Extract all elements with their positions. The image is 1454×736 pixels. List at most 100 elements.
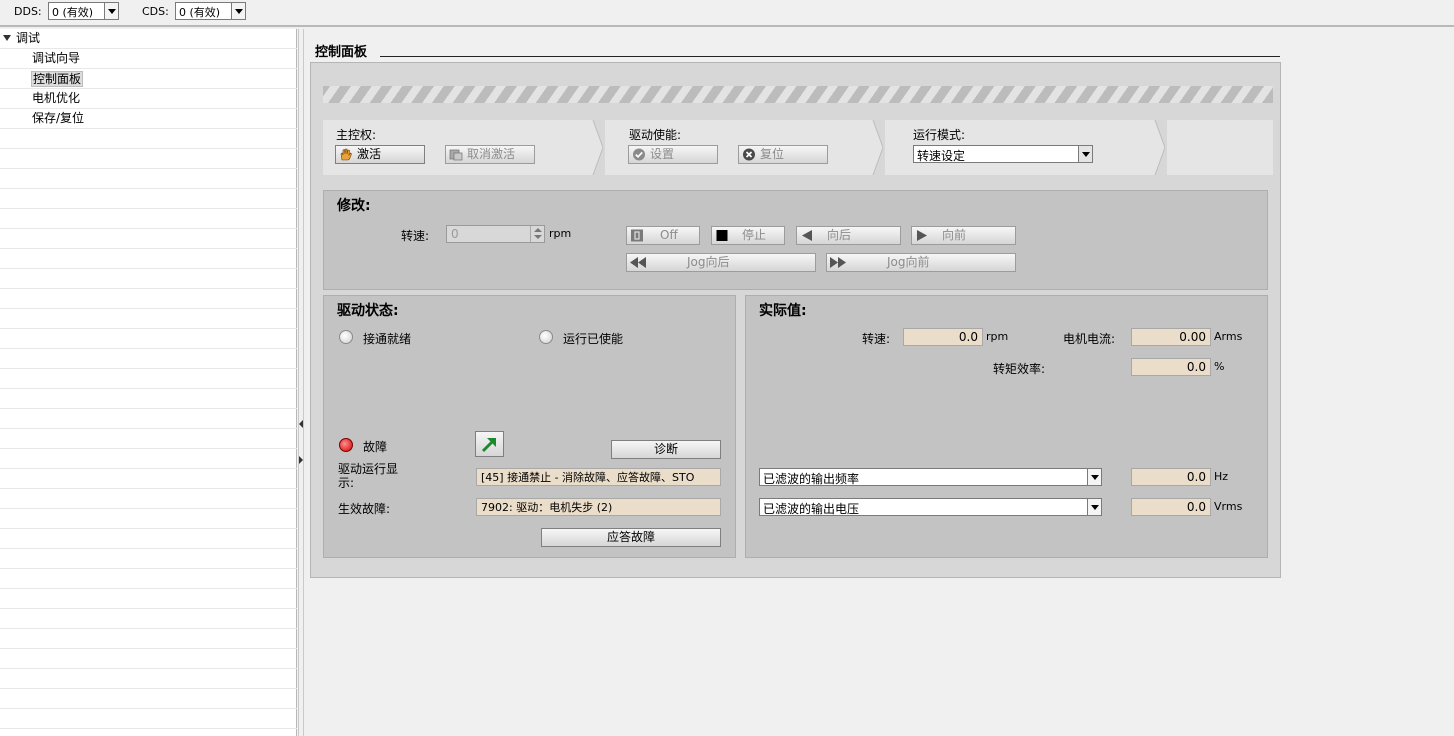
tree-root-label: 调试 — [16, 31, 41, 45]
close-circle-icon — [743, 148, 755, 161]
dds-select[interactable]: 0 (有效) — [48, 2, 119, 20]
motor-current-label: 电机电流: — [1063, 332, 1116, 346]
tree-item-wizard[interactable]: 调试向导 — [0, 49, 297, 69]
tree-empty-row — [0, 149, 297, 169]
operating-mode-label: 运行模式: — [913, 128, 966, 142]
tree-item-label: 保存/复位 — [32, 111, 85, 125]
fault-label: 故障 — [363, 440, 388, 454]
active-fault-label: 生效故障: — [338, 502, 391, 516]
jog-backward-button[interactable]: Jog向后 — [626, 253, 816, 272]
chevron-down-icon — [104, 3, 118, 19]
tree-empty-row — [0, 549, 297, 569]
step-arrow-icon — [869, 120, 883, 175]
tree-empty-row — [0, 409, 297, 429]
tree-empty-row — [0, 669, 297, 689]
deactivate-label: 取消激活 — [467, 147, 516, 161]
signal-unit-2: Vrms — [1214, 500, 1243, 513]
operating-mode-select[interactable]: 转速设定 — [913, 145, 1093, 163]
modify-title: 修改: — [337, 198, 371, 214]
tree-empty-row — [0, 249, 297, 269]
panel-splitter[interactable] — [298, 29, 304, 736]
jog-backward-icon — [630, 257, 646, 268]
forward-label: 向前 — [942, 228, 967, 242]
cds-select[interactable]: 0 (有效) — [175, 2, 246, 20]
signal-select-1[interactable]: 已滤波的输出频率 — [759, 468, 1102, 486]
jog-forward-label: Jog向前 — [887, 255, 930, 269]
tree-empty-row — [0, 349, 297, 369]
signal-select-2[interactable]: 已滤波的输出电压 — [759, 498, 1102, 516]
jump-to-fault-button[interactable] — [475, 431, 504, 457]
tree-empty-row — [0, 369, 297, 389]
signal-unit-1: Hz — [1214, 470, 1229, 483]
stop-button[interactable]: 停止 — [711, 226, 785, 245]
tree-empty-row — [0, 289, 297, 309]
title-underline — [380, 56, 1280, 57]
jog-forward-button[interactable]: Jog向前 — [826, 253, 1016, 272]
tree-empty-row — [0, 709, 297, 729]
activate-button[interactable]: 激活 — [335, 145, 425, 164]
reset-button[interactable]: 复位 — [738, 145, 828, 164]
tree-item-motor-optimization[interactable]: 电机优化 — [0, 89, 297, 109]
stop-label: 停止 — [742, 228, 767, 242]
backward-label: 向后 — [827, 228, 852, 242]
tree-empty-row — [0, 169, 297, 189]
chevron-down-icon — [231, 3, 245, 19]
page-title: 控制面板 — [315, 45, 368, 60]
tree-empty-row — [0, 209, 297, 229]
tree-empty-row — [0, 269, 297, 289]
setpoint-speed-spinner[interactable]: 0 — [446, 225, 545, 243]
expand-right-icon[interactable] — [299, 456, 303, 464]
tree-empty-row — [0, 629, 297, 649]
operating-mode-value: 转速设定 — [917, 149, 966, 163]
reset-label: 复位 — [760, 147, 785, 161]
motor-current-unit: Arms — [1214, 330, 1243, 343]
step-arrow-icon — [589, 120, 603, 175]
tree-empty-row — [0, 589, 297, 609]
hatched-status-stripe — [323, 86, 1273, 103]
operation-enabled-label: 运行已使能 — [563, 332, 624, 346]
tree-empty-row — [0, 469, 297, 489]
forward-button[interactable]: 向前 — [911, 226, 1016, 245]
deactivate-button[interactable]: 取消激活 — [445, 145, 535, 164]
diagnose-button[interactable]: 诊断 — [611, 440, 721, 459]
drive-enable-label: 驱动使能: — [629, 128, 682, 142]
drive-status-title: 驱动状态: — [337, 303, 399, 319]
actual-speed-unit: rpm — [986, 330, 1009, 343]
active-fault-value: 7902: 驱动：电机失步 (2) — [476, 498, 721, 516]
acknowledge-fault-button[interactable]: 应答故障 — [541, 528, 721, 547]
tree-empty-row — [0, 489, 297, 509]
tree-item-control-panel[interactable]: 控制面板 — [0, 69, 297, 89]
forward-icon — [917, 230, 927, 241]
actual-speed-value: 0.0 — [903, 328, 983, 346]
actual-values-title: 实际值: — [759, 303, 807, 319]
torque-label: 转矩效率: — [993, 362, 1046, 376]
tree-root-commissioning[interactable]: 调试 — [0, 29, 297, 49]
motor-current-value: 0.00 — [1131, 328, 1211, 346]
check-icon — [633, 148, 645, 161]
navigation-tree: 调试 调试向导 控制面板 电机优化 保存/复位 — [0, 29, 297, 736]
top-toolbar: DDS: 0 (有效) CDS: 0 (有效) — [0, 0, 1454, 27]
signal-value-1: 0.0 — [1131, 468, 1211, 486]
dds-value: 0 (有效) — [52, 6, 94, 19]
collapse-left-icon[interactable] — [299, 420, 303, 428]
tree-empty-row — [0, 649, 297, 669]
backward-button[interactable]: 向后 — [796, 226, 901, 245]
ready-on-label: 接通就绪 — [363, 332, 412, 346]
off-button[interactable]: Off — [626, 226, 700, 245]
tree-item-save-reset[interactable]: 保存/复位 — [0, 109, 297, 129]
chevron-down-icon — [1078, 146, 1092, 162]
expand-triangle-icon[interactable] — [3, 35, 11, 41]
dds-label: DDS: — [14, 5, 42, 18]
chevron-down-icon — [1087, 469, 1101, 485]
set-button[interactable]: 设置 — [628, 145, 718, 164]
off-switch-icon — [631, 229, 643, 242]
setpoint-speed-unit: rpm — [549, 227, 572, 240]
tree-item-label: 电机优化 — [32, 91, 81, 105]
tree-empty-row — [0, 309, 297, 329]
operation-display-label: 驱动运行显示: — [338, 462, 399, 490]
tree-item-label: 调试向导 — [32, 51, 81, 65]
acknowledge-fault-label: 应答故障 — [606, 530, 655, 544]
spinner-arrows-icon[interactable] — [530, 226, 544, 242]
cds-value: 0 (有效) — [179, 6, 221, 19]
step-band-tail — [1167, 120, 1273, 175]
